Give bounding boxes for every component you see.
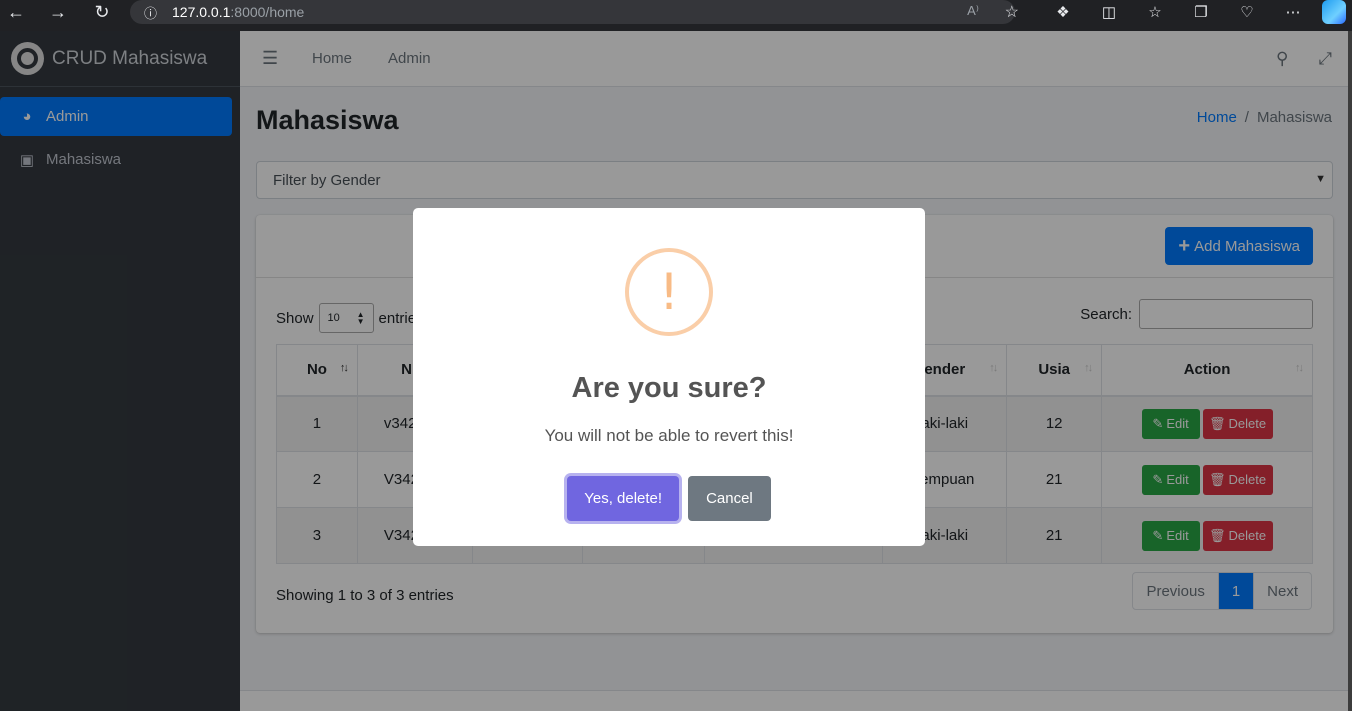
back-icon[interactable]: ← [2, 0, 30, 24]
reload-icon[interactable]: ↻ [88, 0, 116, 24]
split-screen-icon[interactable]: ◫ [1086, 0, 1132, 24]
dialog-title: Are you sure? [571, 372, 767, 404]
confirm-delete-dialog: ! Are you sure? You will not be able to … [413, 208, 925, 546]
cancel-button[interactable]: Cancel [688, 476, 771, 521]
copilot-icon[interactable] [1322, 0, 1346, 24]
scrollbar[interactable] [1348, 31, 1352, 711]
read-aloud-icon[interactable]: A⁾ [967, 3, 979, 19]
url-text: 127.0.0.1:8000/home [172, 4, 305, 20]
warning-icon: ! [625, 248, 713, 336]
more-menu-icon[interactable]: ⋯ [1270, 0, 1316, 24]
browser-toolbar: ← → ↻ ⓘ 127.0.0.1:8000/home A⁾ ☆ ❖ ◫ ☆ ❐… [0, 0, 1352, 31]
address-bar[interactable]: ⓘ 127.0.0.1:8000/home A⁾ ☆ [130, 0, 1019, 24]
collections-icon[interactable]: ❐ [1178, 0, 1224, 24]
confirm-delete-button[interactable]: Yes, delete! [567, 476, 680, 521]
forward-icon[interactable]: → [44, 0, 72, 24]
extensions-icon[interactable]: ❖ [1040, 0, 1086, 24]
favorite-star-icon[interactable]: ☆ [1005, 2, 1019, 22]
dialog-actions: Yes, delete! Cancel [413, 476, 925, 521]
favorites-icon[interactable]: ☆ [1132, 0, 1178, 24]
dialog-text: You will not be able to revert this! [544, 426, 794, 445]
site-info-icon[interactable]: ⓘ [144, 3, 166, 22]
browser-essentials-icon[interactable]: ♡ [1224, 0, 1270, 24]
